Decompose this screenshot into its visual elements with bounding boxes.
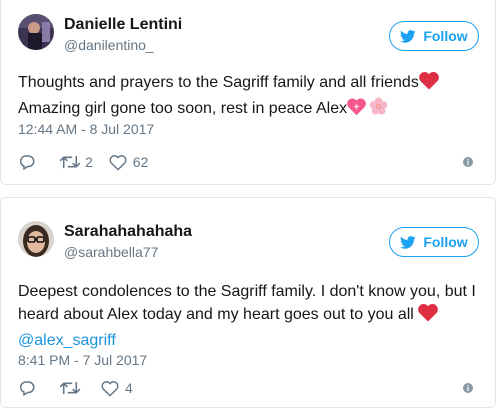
tweet-text: Thoughts and prayers to the Sagriff fami… — [18, 71, 483, 123]
follow-label: Follow — [423, 234, 468, 250]
reply-button[interactable] — [18, 379, 36, 397]
like-count: 4 — [125, 380, 133, 396]
red-heart-emoji — [418, 304, 439, 329]
twitter-bird-icon — [400, 235, 416, 249]
avatar[interactable] — [18, 14, 54, 50]
tweet-text-line: Amazing girl gone too soon, rest in peac… — [18, 100, 348, 117]
mention-link[interactable]: @alex_sagriff — [18, 332, 116, 349]
tweet-actions: 4 — [18, 378, 133, 398]
retweet-icon — [59, 381, 81, 395]
display-name[interactable]: Danielle Lentini — [64, 16, 182, 34]
reply-icon — [19, 381, 35, 397]
tweet-timestamp[interactable]: 8:41 PM - 7 Jul 2017 — [18, 352, 147, 368]
like-count: 62 — [132, 154, 149, 170]
like-icon — [109, 154, 127, 171]
tweet-card: Sarahahahahaha @sarahbella77 Follow Deep… — [0, 197, 496, 408]
tweet-timestamp[interactable]: 12:44 AM - 8 Jul 2017 — [18, 121, 154, 137]
follow-button[interactable]: Follow — [389, 21, 479, 51]
tweet-card: Danielle Lentini @danilentino_ Follow Th… — [0, 0, 496, 185]
follow-button[interactable]: Follow — [389, 227, 479, 257]
cherry-blossom-emoji — [369, 97, 388, 123]
user-handle[interactable]: @danilentino_ — [64, 37, 154, 53]
display-name[interactable]: Sarahahahahaha — [64, 223, 192, 241]
retweet-button[interactable] — [59, 379, 85, 397]
sparkling-heart-emoji — [347, 98, 366, 123]
retweet-icon — [59, 155, 81, 169]
info-icon[interactable]: i — [463, 157, 473, 167]
like-button[interactable]: 62 — [109, 154, 149, 171]
follow-label: Follow — [423, 28, 468, 44]
twitter-bird-icon — [400, 29, 416, 43]
avatar[interactable] — [18, 221, 54, 257]
like-button[interactable]: 4 — [101, 380, 133, 397]
red-heart-emoji — [418, 72, 439, 97]
tweet-text-line: heard about Alex today and my heart goes… — [18, 306, 414, 323]
info-icon[interactable]: i — [463, 383, 473, 393]
reply-button[interactable] — [18, 153, 36, 171]
reply-icon — [19, 155, 35, 171]
tweet-text: Deepest condolences to the Sagriff famil… — [18, 280, 483, 352]
retweet-count: 2 — [85, 154, 93, 170]
user-handle[interactable]: @sarahbella77 — [64, 244, 158, 260]
retweet-button[interactable]: 2 — [59, 153, 93, 171]
tweet-text-line: Thoughts and prayers to the Sagriff fami… — [18, 74, 419, 91]
tweet-actions: 2 62 — [18, 152, 148, 172]
like-icon — [101, 380, 119, 397]
tweet-text-line: Deepest condolences to the Sagriff famil… — [18, 283, 476, 300]
